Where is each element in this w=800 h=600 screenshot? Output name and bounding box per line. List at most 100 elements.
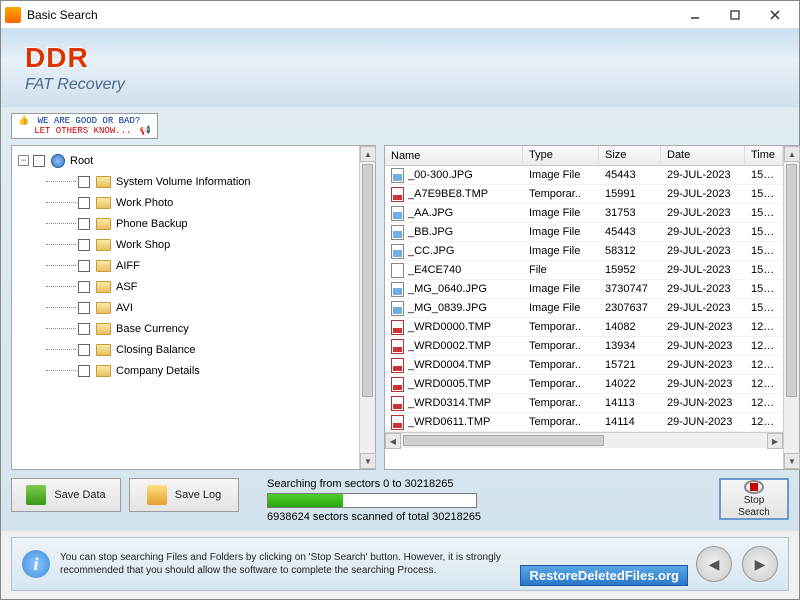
scroll-right-icon[interactable]: ▶	[767, 433, 783, 449]
file-name: _MG_0839.JPG	[408, 302, 487, 314]
checkbox[interactable]	[78, 302, 90, 314]
thumb-up-icon: 👍	[18, 116, 29, 126]
hscroll-thumb[interactable]	[403, 435, 604, 446]
file-date: 29-JUL-2023	[661, 264, 745, 276]
table-row[interactable]: _AA.JPGImage File3175329-JUL-202315:03	[385, 204, 783, 223]
scroll-up-icon[interactable]: ▲	[360, 146, 376, 162]
tree-item[interactable]: ASF	[14, 276, 357, 297]
tree-item[interactable]: Phone Backup	[14, 213, 357, 234]
scroll-left-icon[interactable]: ◀	[385, 433, 401, 449]
tree-item[interactable]: AIFF	[14, 255, 357, 276]
table-row[interactable]: _00-300.JPGImage File4544329-JUL-202315:…	[385, 166, 783, 185]
scroll-thumb[interactable]	[362, 164, 373, 397]
scroll-up-icon[interactable]: ▲	[784, 146, 800, 162]
file-type: Image File	[523, 245, 599, 257]
table-row[interactable]: _WRD0611.TMPTemporar..1411429-JUN-202312…	[385, 413, 783, 432]
checkbox[interactable]	[78, 197, 90, 209]
tree-root[interactable]: − Root	[14, 150, 357, 171]
checkbox[interactable]	[78, 281, 90, 293]
table-row[interactable]: _WRD0005.TMPTemporar..1402229-JUN-202312…	[385, 375, 783, 394]
file-type: Temporar..	[523, 340, 599, 352]
checkbox[interactable]	[78, 176, 90, 188]
file-date: 29-JUN-2023	[661, 340, 745, 352]
file-time: 12:07	[745, 359, 783, 371]
checkbox[interactable]	[78, 239, 90, 251]
table-header: Name Type Size Date Time	[385, 146, 783, 166]
forward-button[interactable]: ▶	[742, 546, 778, 582]
file-type: Temporar..	[523, 378, 599, 390]
back-button[interactable]: ◀	[696, 546, 732, 582]
table-row[interactable]: _MG_0839.JPGImage File230763729-JUL-2023…	[385, 299, 783, 318]
stop-search-button[interactable]: Stop Search	[719, 478, 789, 520]
table-row[interactable]: _WRD0004.TMPTemporar..1572129-JUN-202312…	[385, 356, 783, 375]
log-icon	[147, 485, 167, 505]
table-row[interactable]: _WRD0314.TMPTemporar..1411329-JUN-202312…	[385, 394, 783, 413]
tree-item-label: AIFF	[116, 260, 140, 272]
file-name: _CC.JPG	[408, 245, 454, 257]
checkbox[interactable]	[78, 344, 90, 356]
file-table-panel: Name Type Size Date Time _00-300.JPGImag…	[384, 145, 800, 470]
file-name: _MG_0640.JPG	[408, 283, 487, 295]
scroll-down-icon[interactable]: ▼	[784, 453, 800, 469]
file-size: 3730747	[599, 283, 661, 295]
checkbox[interactable]	[78, 365, 90, 377]
header-date[interactable]: Date	[661, 146, 745, 165]
file-time: 15:03	[745, 207, 783, 219]
minimize-button[interactable]	[675, 3, 715, 27]
close-button[interactable]	[755, 3, 795, 27]
tree-scrollbar[interactable]: ▲ ▼	[359, 146, 375, 469]
tree-item[interactable]: Company Details	[14, 360, 357, 381]
tree-item[interactable]: Work Shop	[14, 234, 357, 255]
tree-item-label: Closing Balance	[116, 344, 196, 356]
tree-item[interactable]: Closing Balance	[14, 339, 357, 360]
table-row[interactable]: _MG_0640.JPGImage File373074729-JUL-2023…	[385, 280, 783, 299]
table-scrollbar[interactable]: ▲ ▼	[783, 146, 799, 469]
table-row[interactable]: _A7E9BE8.TMPTemporar..1599129-JUL-202315…	[385, 185, 783, 204]
collapse-icon[interactable]: −	[18, 155, 29, 166]
table-row[interactable]: _E4CE740File1595229-JUL-202315:03	[385, 261, 783, 280]
file-name: _WRD0004.TMP	[408, 359, 491, 371]
tree-item[interactable]: Base Currency	[14, 318, 357, 339]
table-row[interactable]: _WRD0002.TMPTemporar..1393429-JUN-202312…	[385, 337, 783, 356]
table-row[interactable]: _CC.JPGImage File5831229-JUL-202315:03	[385, 242, 783, 261]
folder-icon	[96, 197, 111, 209]
tree-item[interactable]: AVI	[14, 297, 357, 318]
file-icon	[391, 244, 404, 259]
tree-item-label: Phone Backup	[116, 218, 188, 230]
file-name: _BB.JPG	[408, 226, 453, 238]
header-time[interactable]: Time	[745, 146, 783, 165]
file-time: 15:03	[745, 169, 783, 181]
save-data-button[interactable]: Save Data	[11, 478, 121, 512]
tree-item[interactable]: System Volume Information	[14, 171, 357, 192]
header-name[interactable]: Name	[385, 146, 523, 165]
checkbox[interactable]	[33, 155, 45, 167]
folder-tree[interactable]: − Root System Volume Information Work Pho…	[12, 146, 359, 469]
file-size: 15952	[599, 264, 661, 276]
header-size[interactable]: Size	[599, 146, 661, 165]
header-type[interactable]: Type	[523, 146, 599, 165]
tree-item-label: AVI	[116, 302, 133, 314]
checkbox[interactable]	[78, 260, 90, 272]
file-time: 12:07	[745, 340, 783, 352]
tree-item[interactable]: Work Photo	[14, 192, 357, 213]
checkbox[interactable]	[78, 323, 90, 335]
review-button[interactable]: 👍 WE ARE GOOD OR BAD? LET OTHERS KNOW...…	[11, 113, 158, 139]
site-badge[interactable]: RestoreDeletedFiles.org	[520, 565, 688, 586]
file-date: 29-JUN-2023	[661, 397, 745, 409]
file-type: File	[523, 264, 599, 276]
titlebar: Basic Search	[1, 1, 799, 29]
file-date: 29-JUL-2023	[661, 169, 745, 181]
file-type: Image File	[523, 283, 599, 295]
tree-item-label: System Volume Information	[116, 176, 251, 188]
folder-icon	[96, 281, 111, 293]
checkbox[interactable]	[78, 218, 90, 230]
scroll-down-icon[interactable]: ▼	[360, 453, 376, 469]
table-hscrollbar[interactable]: ◀ ▶	[385, 432, 783, 448]
scroll-thumb[interactable]	[786, 164, 797, 397]
table-row[interactable]: _BB.JPGImage File4544329-JUL-202315:03	[385, 223, 783, 242]
file-size: 31753	[599, 207, 661, 219]
save-log-button[interactable]: Save Log	[129, 478, 239, 512]
maximize-button[interactable]	[715, 3, 755, 27]
save-icon	[26, 485, 46, 505]
table-row[interactable]: _WRD0000.TMPTemporar..1408229-JUN-202312…	[385, 318, 783, 337]
